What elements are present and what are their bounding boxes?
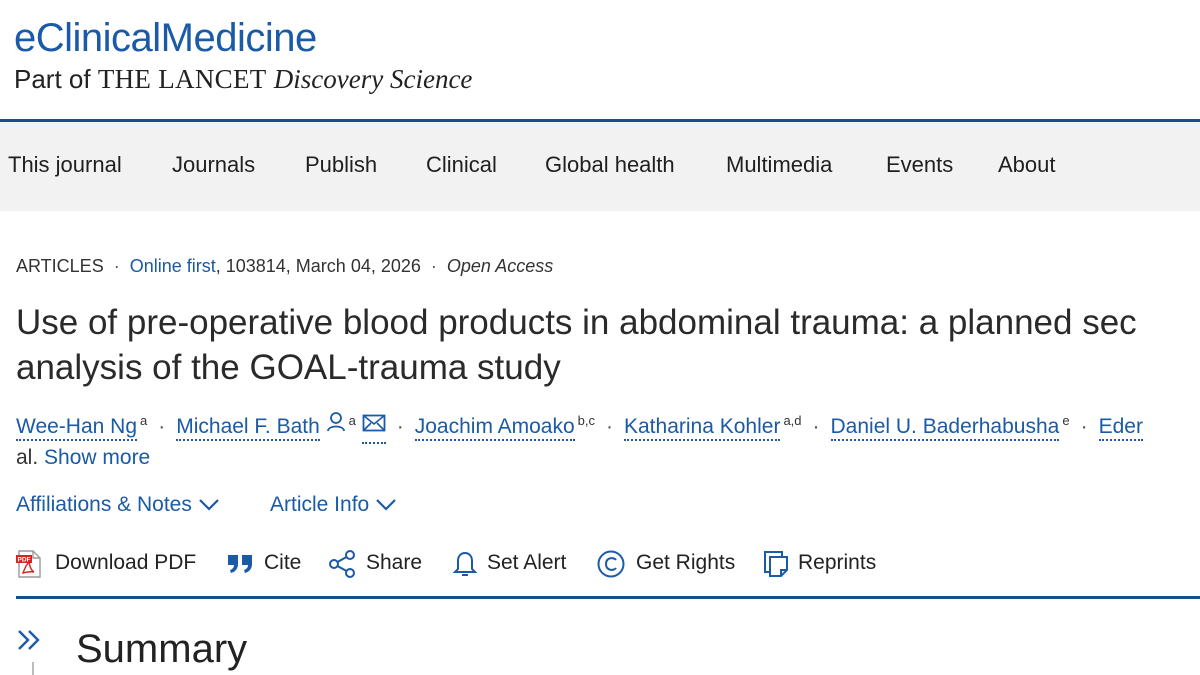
bell-icon: [450, 549, 480, 585]
share-icon: [328, 549, 358, 585]
cite-button[interactable]: Cite: [226, 545, 318, 581]
reprints-label: Reprints: [798, 551, 877, 574]
author-affiliation-sup: b,c: [577, 413, 595, 428]
article-info-label: Article Info: [270, 493, 370, 516]
author-link[interactable]: Wee-Han Ng: [16, 415, 137, 441]
author-separator: ·: [1080, 415, 1088, 438]
mail-icon[interactable]: [361, 410, 386, 445]
reprints-icon: [762, 549, 792, 585]
outline-bar: [32, 662, 34, 675]
nav-item-publish[interactable]: Publish: [305, 122, 377, 211]
chevron-down-icon: [376, 499, 396, 512]
nav-item-clinical[interactable]: Clinical: [426, 122, 497, 211]
authors-et-al: al.: [16, 446, 39, 469]
article-id-date: , 103814, March 04, 2026: [215, 256, 421, 276]
author-link[interactable]: Eder: [1098, 415, 1143, 441]
nav-item-multimedia[interactable]: Multimedia: [726, 122, 832, 211]
subtitle-discovery-science: Discovery Science: [273, 64, 473, 94]
subtitle-lancet: THE LANCET: [97, 64, 267, 94]
author-link[interactable]: Daniel U. Baderhabusha: [830, 415, 1060, 441]
author-affiliation-sup: a: [348, 413, 356, 428]
chevron-down-icon: [199, 499, 219, 512]
article-section: ARTICLES: [16, 256, 104, 276]
author-separator: ·: [396, 415, 404, 438]
share-button[interactable]: Share: [328, 545, 440, 581]
meta-separator: ·: [430, 256, 437, 276]
author-affiliation-sup: a,d: [783, 413, 802, 428]
online-first-link[interactable]: Online first: [130, 256, 216, 276]
article-title: Use of pre-operative blood products in a…: [16, 300, 1200, 390]
nav-item-events[interactable]: Events: [886, 122, 953, 211]
site-header: eClinicalMedicine Part of THE LANCET Dis…: [0, 0, 1200, 120]
nav-item-about[interactable]: About: [998, 122, 1056, 211]
author-link[interactable]: Michael F. Bath: [176, 415, 320, 441]
nav-item-this-journal[interactable]: This journal: [8, 122, 122, 211]
nav-item-global-health[interactable]: Global health: [545, 122, 675, 211]
share-label: Share: [366, 551, 423, 574]
author-list: Wee-Han Ng a · Michael F. Bath a · Joachim A…: [16, 405, 1143, 445]
reprints-button[interactable]: Reprints: [762, 545, 886, 581]
article-title-line-1: Use of pre-operative blood products in a…: [16, 303, 1137, 342]
download-pdf-button[interactable]: PDF Download PDF: [14, 545, 204, 581]
author-separator: ·: [812, 415, 820, 438]
author-affiliation-sup: e: [1062, 413, 1070, 428]
author-link[interactable]: Joachim Amoako: [414, 415, 575, 441]
person-icon: [326, 411, 346, 443]
get-rights-label: Get Rights: [636, 551, 736, 574]
nav-item-journals[interactable]: Journals: [172, 122, 255, 211]
cite-label: Cite: [264, 551, 302, 574]
copyright-icon: [596, 549, 626, 585]
double-chevron-right-icon[interactable]: [16, 628, 44, 657]
open-access-label: Open Access: [446, 256, 554, 276]
download-pdf-label: Download PDF: [55, 551, 197, 574]
author-affiliation-sup: a: [140, 413, 148, 428]
set-alert-label: Set Alert: [487, 551, 567, 574]
pdf-icon: PDF: [14, 549, 44, 585]
main-nav: This journal Journals Publish Clinical G…: [0, 122, 1200, 211]
summary-heading: Summary: [76, 627, 248, 671]
toolbar-divider: [16, 596, 1200, 599]
meta-separator: ·: [113, 256, 120, 276]
journal-title[interactable]: eClinicalMedicine: [14, 14, 317, 62]
author-link[interactable]: Katharina Kohler: [624, 415, 781, 441]
article-meta: ARTICLES · Online first, 103814, March 04,…: [16, 253, 553, 279]
affiliations-notes-toggle[interactable]: Affiliations & Notes: [16, 490, 220, 520]
author-separator: ·: [158, 415, 166, 438]
author-separator: ·: [606, 415, 613, 438]
article-title-line-2: analysis of the GOAL-trauma study: [16, 348, 561, 387]
set-alert-button[interactable]: Set Alert: [450, 545, 594, 581]
get-rights-button[interactable]: Get Rights: [596, 545, 746, 581]
affiliations-notes-label: Affiliations & Notes: [16, 493, 192, 516]
quote-icon: [226, 549, 256, 583]
show-more-link[interactable]: Show more: [44, 446, 150, 469]
article-info-toggle[interactable]: Article Info: [270, 490, 397, 520]
author-list-continued: al. Show more: [16, 442, 150, 474]
subtitle-prefix: Part of: [14, 64, 98, 94]
journal-subtitle: Part of THE LANCET Discovery Science: [14, 62, 472, 96]
